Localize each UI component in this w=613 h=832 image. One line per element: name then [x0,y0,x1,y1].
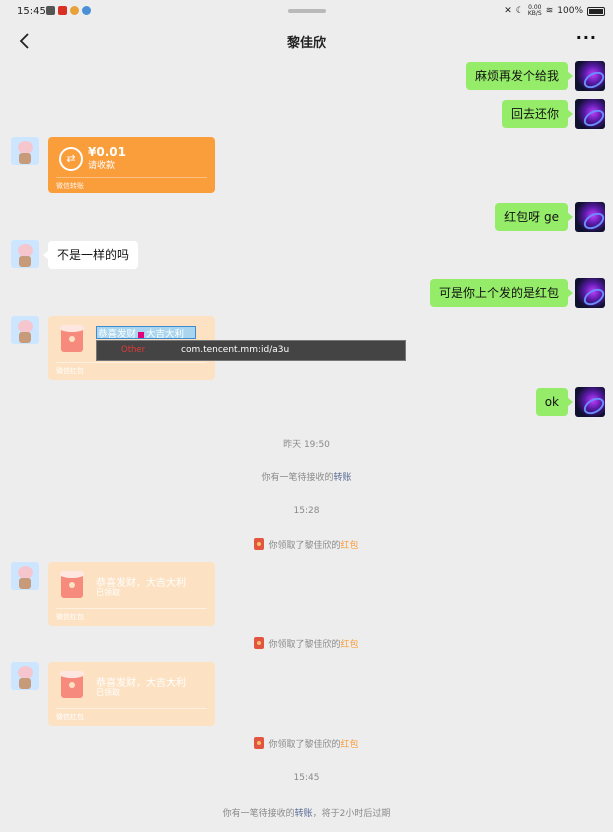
window-grabber[interactable] [288,9,326,13]
red-packet-title: 恭喜发财 大吉大利 [98,329,185,340]
red-packet-icon [60,671,84,698]
transfer-icon: ⇄ [59,147,83,171]
transfer-link[interactable]: 转账 [334,473,352,483]
red-packet-status: 已领取 [96,588,120,597]
red-packet-link[interactable]: 红包 [341,740,359,750]
transfer-card[interactable]: ⇄ ¥0.01 请收款 微信转账 [48,137,215,193]
chat-header: 黎佳欣 ··· [0,24,613,58]
status-right: ✕ ☾ 0.00 KB/S ≋ 100% [504,5,605,17]
element-inspector-tooltip: Other com.tencent.mm:id/a3u [96,340,406,361]
divider [56,608,207,609]
red-packet-link[interactable]: 红包 [341,640,359,650]
system-message: 你有一笔待接收的转账，将于2小时后过期 [222,809,391,819]
notification-icons [46,6,91,15]
transfer-status: 请收款 [88,161,116,171]
system-message: 你有一笔待接收的转账 [261,473,352,483]
my-avatar[interactable] [575,278,605,308]
red-packet-label: 微信红包 [56,367,84,375]
more-options-button[interactable]: ··· [576,28,597,47]
message-bubble-sent[interactable]: 可是你上个发的是红包 [429,279,574,307]
browser-notification-icon [82,6,91,15]
message-bubble-received[interactable]: 不是一样的吗 [42,241,139,269]
my-avatar[interactable] [575,202,605,232]
my-avatar[interactable] [575,99,605,129]
red-packet-card[interactable]: 恭喜发财，大吉大利 已领取 微信红包 [48,562,215,626]
wifi-icon: ≋ [545,6,554,16]
red-packet-label: 微信红包 [56,713,84,721]
divider [56,177,207,178]
red-packet-small-icon [254,538,265,550]
selection-marker [138,331,145,338]
my-avatar[interactable] [575,61,605,91]
network-speed: 0.00 KB/S [527,4,542,17]
contact-avatar[interactable] [11,562,39,590]
red-packet-icon [60,571,84,598]
mute-icon: ✕ [504,6,512,16]
red-packet-card[interactable]: 恭喜发财，大吉大利 已领取 微信红包 [48,662,215,726]
red-packet-link[interactable]: 红包 [341,541,359,551]
message-bubble-sent[interactable]: 麻烦再发个给我 [465,62,574,90]
battery-level: 100% [557,6,583,16]
message-bubble-sent[interactable]: ok [535,388,574,416]
system-message: 你领取了黎佳欣的红包 [0,737,613,750]
my-avatar[interactable] [575,387,605,417]
divider [56,362,207,363]
contact-avatar[interactable] [11,316,39,344]
contact-avatar[interactable] [11,240,39,268]
system-message: 你领取了黎佳欣的红包 [0,538,613,551]
weibo-notification-icon [70,6,79,15]
status-bar: 15:45 ✕ ☾ 0.00 KB/S ≋ 100% [0,0,613,24]
app-notification-icon [58,6,67,15]
timestamp: 15:28 [293,506,320,516]
message-bubble-sent[interactable]: 回去还你 [501,100,574,128]
contact-avatar[interactable] [11,662,39,690]
chat-title: 黎佳欣 [286,36,326,51]
divider [56,708,207,709]
status-time: 15:45 [17,6,46,17]
element-id: com.tencent.mm:id/a3u [181,345,290,355]
red-packet-icon [60,325,84,352]
battery-icon [587,6,605,16]
system-message: 你领取了黎佳欣的红包 [0,637,613,650]
element-type: Other [121,345,146,355]
transfer-label: 微信转账 [56,182,84,190]
contact-avatar[interactable] [11,137,39,165]
transfer-amount: ¥0.01 [88,145,126,159]
timestamp: 15:45 [293,773,320,783]
red-packet-status: 已领取 [96,688,120,697]
red-packet-small-icon [254,637,265,649]
message-bubble-sent[interactable]: 红包呀 ge [495,203,573,231]
red-packet-small-icon [254,737,265,749]
timestamp: 昨天 19:50 [283,440,330,450]
moon-icon: ☾ [515,6,524,16]
message-notification-icon [46,6,55,15]
red-packet-label: 微信红包 [56,613,84,621]
transfer-link[interactable]: 转账 [295,809,313,819]
